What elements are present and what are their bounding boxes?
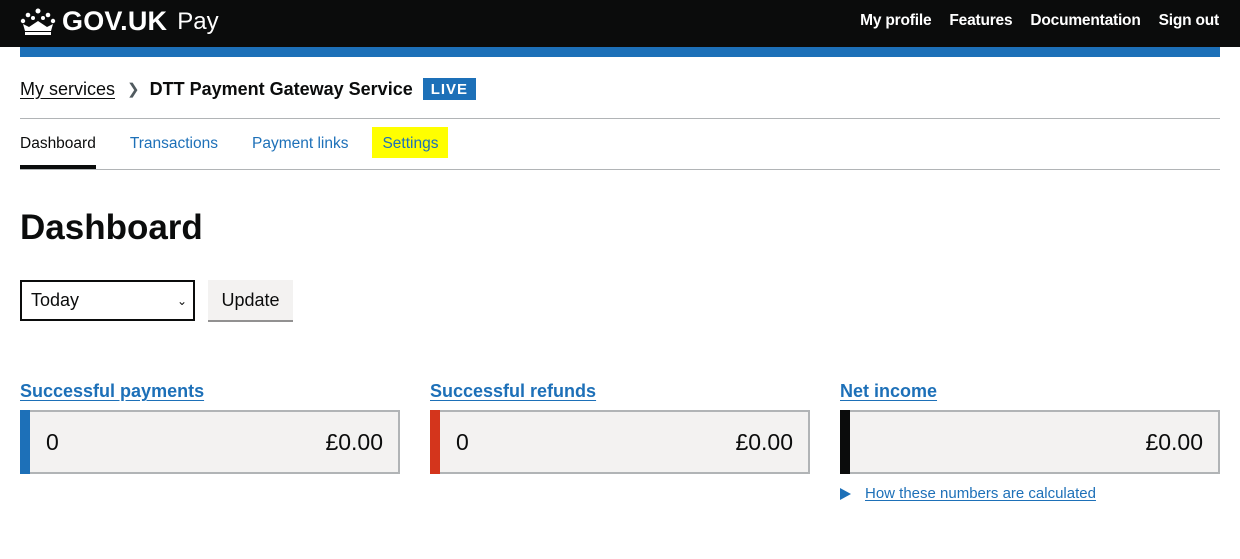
divider — [20, 118, 1220, 119]
tab-transactions[interactable]: Transactions — [130, 127, 218, 169]
service-name: DTT Payment Gateway Service — [149, 78, 413, 99]
chevron-down-icon: ⌄ — [176, 293, 187, 308]
stat-amount: £0.00 — [1145, 428, 1203, 455]
stat-amount: £0.00 — [325, 428, 383, 455]
stat-stripe — [430, 410, 440, 474]
period-select-value: Today — [31, 290, 80, 310]
period-select[interactable]: Today ⌄ — [20, 280, 195, 321]
stat-title-link[interactable]: Net income — [840, 381, 1220, 410]
divider — [20, 169, 1220, 170]
logo-text: GOV.UK — [62, 6, 168, 36]
nav-features[interactable]: Features — [949, 12, 1012, 30]
stat-amount: £0.00 — [735, 428, 793, 455]
nav-documentation[interactable]: Documentation — [1030, 12, 1140, 30]
stat-successful-payments: Successful payments 0 £0.00 — [20, 381, 400, 474]
header-nav: My profile Features Documentation Sign o… — [860, 12, 1219, 30]
site-header: GOV.UK Pay My profile Features Documenta… — [0, 0, 1240, 47]
nav-my-profile[interactable]: My profile — [860, 12, 931, 30]
service-tabs: Dashboard Transactions Payment links Set… — [20, 127, 482, 169]
tab-settings[interactable]: Settings — [372, 127, 449, 158]
stat-stripe — [20, 410, 30, 474]
triangle-right-icon — [840, 487, 851, 500]
stat-count: 0 — [456, 428, 469, 455]
tab-payment-links[interactable]: Payment links — [252, 127, 348, 169]
product-name: Pay — [177, 7, 219, 35]
page-title: Dashboard — [20, 208, 203, 247]
chevron-right-icon: ❯ — [127, 81, 140, 98]
stat-stripe — [840, 410, 850, 474]
tab-dashboard[interactable]: Dashboard — [20, 127, 96, 169]
status-badge: LIVE — [422, 78, 477, 100]
how-numbers-calculated-text: How these numbers are calculated — [865, 485, 1096, 502]
govuk-logo-link[interactable]: GOV.UK Pay — [20, 6, 219, 37]
breadcrumb: My services ❯ DTT Payment Gateway Servic… — [20, 78, 477, 100]
stat-box: 0 £0.00 — [430, 410, 810, 474]
stat-successful-refunds: Successful refunds 0 £0.00 — [430, 381, 810, 474]
header-blue-bar — [20, 47, 1220, 57]
how-numbers-calculated-link[interactable]: How these numbers are calculated — [840, 485, 1096, 502]
crown-icon — [20, 8, 56, 35]
stat-title-link[interactable]: Successful refunds — [430, 381, 810, 410]
stat-net-income: Net income £0.00 — [840, 381, 1220, 474]
breadcrumb-my-services[interactable]: My services — [20, 79, 115, 100]
stat-box: £0.00 — [840, 410, 1220, 474]
stat-box: 0 £0.00 — [20, 410, 400, 474]
stat-title-link[interactable]: Successful payments — [20, 381, 400, 410]
stat-count: 0 — [46, 428, 59, 455]
nav-sign-out[interactable]: Sign out — [1159, 12, 1220, 30]
update-button[interactable]: Update — [208, 280, 293, 320]
